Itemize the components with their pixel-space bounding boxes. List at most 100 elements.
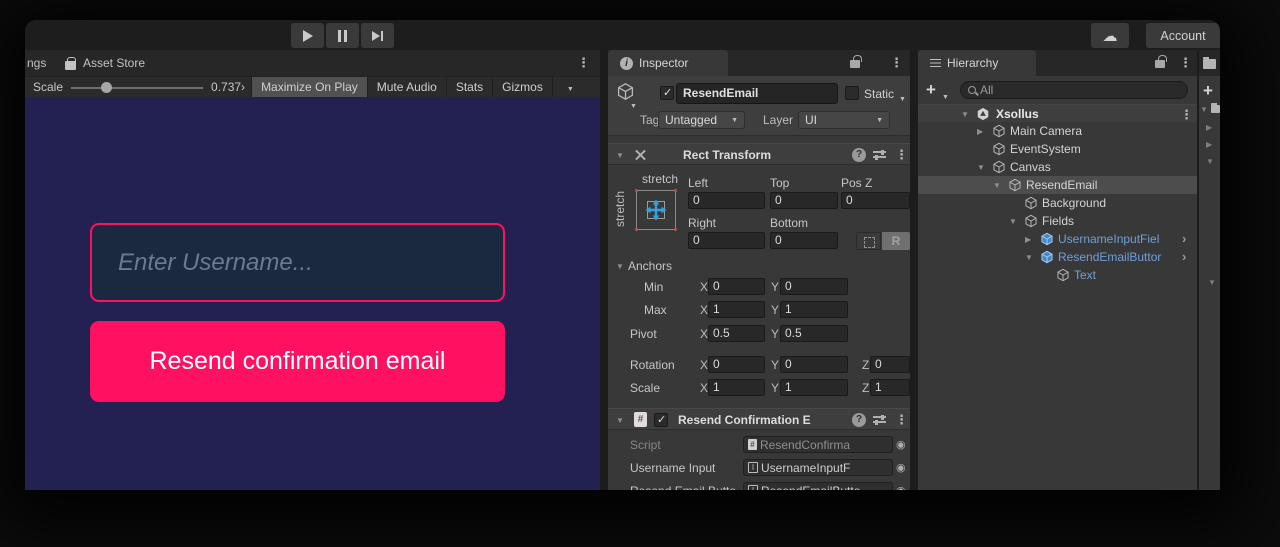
component-menu-kebab-icon[interactable] (895, 147, 908, 163)
mute-audio-button[interactable]: Mute Audio (367, 77, 446, 98)
prefab-chevron-icon[interactable] (1182, 249, 1186, 264)
username-object-field[interactable]: UsernameInputF (743, 459, 893, 476)
hierarchy-item-text[interactable]: Text (918, 266, 1197, 284)
active-checkbox[interactable] (660, 86, 674, 100)
rect-bottom-input[interactable]: 0 (770, 232, 838, 249)
hierarchy-menu-kebab-icon[interactable] (1179, 55, 1192, 71)
gizmos-dropdown-button[interactable] (552, 77, 583, 98)
rect-right-input[interactable]: 0 (688, 232, 765, 249)
tab-partial[interactable]: ngs (27, 56, 46, 70)
rect-transform-header[interactable]: Rect Transform (608, 143, 910, 165)
pause-button[interactable] (326, 23, 359, 48)
fold-arrow-icon[interactable] (616, 151, 626, 160)
anchors-label[interactable]: Anchors (628, 259, 672, 273)
hierarchy-item-eventsystem[interactable]: EventSystem (918, 140, 1197, 158)
anchors-fold-icon[interactable] (616, 262, 626, 271)
create-plus-icon[interactable] (926, 83, 936, 98)
username-input-field[interactable] (90, 223, 505, 302)
folder-icon[interactable] (1203, 59, 1216, 69)
help-icon[interactable] (852, 148, 866, 162)
help-icon[interactable] (852, 413, 866, 427)
lock-icon[interactable] (850, 60, 860, 68)
expand-arrow-icon[interactable] (1009, 217, 1019, 226)
scale-z-input[interactable]: 1 (870, 379, 910, 396)
hierarchy-item-background[interactable]: Background (918, 194, 1197, 212)
hierarchy-item-resendemail[interactable]: ResendEmail (918, 176, 1197, 194)
fold-arrow-icon[interactable]: ▼ (1208, 278, 1216, 287)
static-chevron-down-icon[interactable] (899, 90, 906, 104)
rotation-x-input[interactable]: 0 (708, 356, 765, 373)
layer-dropdown[interactable]: UI (798, 111, 890, 129)
anchor-min-x-input[interactable]: 0 (708, 278, 765, 295)
hierarchy-item-usernameinputfield[interactable]: UsernameInputFiel (918, 230, 1197, 248)
fold-arrow-icon[interactable]: ▼ (1206, 157, 1214, 166)
fold-arrow-icon[interactable] (961, 110, 971, 119)
pivot-x-input[interactable]: 0.5 (708, 325, 765, 342)
maximize-on-play-button[interactable]: Maximize On Play (251, 77, 367, 98)
component-enabled-checkbox[interactable] (654, 413, 668, 427)
static-checkbox[interactable] (845, 86, 859, 100)
stats-button[interactable]: Stats (446, 77, 492, 98)
rect-posz-input[interactable]: 0 (841, 192, 910, 209)
anchor-max-x-input[interactable]: 1 (708, 301, 765, 318)
fold-arrow-icon[interactable]: ▼ (1200, 105, 1208, 114)
tab-inspector[interactable]: Inspector (608, 50, 728, 76)
gameobject-chevron-down-icon[interactable] (630, 97, 637, 111)
hierarchy-item-fields[interactable]: Fields (918, 212, 1197, 230)
project-plus-icon[interactable] (1203, 84, 1213, 99)
create-chevron-down-icon[interactable] (942, 88, 949, 102)
expand-arrow-icon[interactable]: ▶ (1206, 140, 1212, 149)
tag-dropdown[interactable]: Untagged (658, 111, 745, 129)
tab-hierarchy[interactable]: Hierarchy (918, 50, 1036, 76)
script-object-field[interactable]: ResendConfirma (743, 436, 893, 453)
hierarchy-scene-row[interactable]: Xsollus (918, 104, 1197, 122)
scale-y-input[interactable]: 1 (780, 379, 848, 396)
anchor-max-y-input[interactable]: 1 (780, 301, 848, 318)
lock-icon[interactable] (1155, 60, 1165, 68)
object-picker-icon[interactable] (896, 460, 906, 474)
object-picker-icon[interactable] (896, 437, 906, 451)
username-input[interactable] (118, 249, 477, 277)
script-component-header[interactable]: Resend Confirmation E (608, 408, 910, 430)
rotation-y-input[interactable]: 0 (780, 356, 848, 373)
presets-icon[interactable] (873, 149, 886, 160)
rotation-z-input[interactable]: 0 (870, 356, 910, 373)
account-button[interactable]: Account (1146, 23, 1220, 48)
hierarchy-search-input[interactable] (980, 83, 1180, 97)
hierarchy-search-field[interactable] (960, 81, 1188, 99)
scale-x-input[interactable]: 1 (708, 379, 765, 396)
hierarchy-item-resendemailbutton[interactable]: ResendEmailButtor (918, 248, 1197, 266)
expand-arrow-icon[interactable] (1025, 235, 1035, 244)
expand-arrow-icon[interactable] (977, 163, 987, 172)
presets-icon[interactable] (873, 414, 886, 425)
game-menu-kebab-icon[interactable] (577, 55, 590, 71)
anchor-min-y-input[interactable]: 0 (780, 278, 848, 295)
gizmos-button[interactable]: Gizmos (492, 77, 552, 98)
blueprint-mode-button[interactable] (856, 232, 881, 250)
scale-slider[interactable] (71, 77, 203, 98)
prefab-chevron-icon[interactable] (1182, 231, 1186, 246)
scene-menu-kebab-icon[interactable] (1180, 107, 1193, 123)
expand-arrow-icon[interactable]: ▶ (1206, 123, 1212, 132)
step-button[interactable] (361, 23, 394, 48)
resend-email-button[interactable]: Resend confirmation email (90, 321, 505, 402)
slider-thumb-icon[interactable] (101, 82, 112, 93)
expand-arrow-icon[interactable] (977, 127, 987, 136)
expand-arrow-icon[interactable] (1025, 253, 1035, 262)
pivot-y-input[interactable]: 0.5 (780, 325, 848, 342)
inspector-menu-kebab-icon[interactable] (890, 55, 903, 71)
hierarchy-item-main-camera[interactable]: Main Camera (918, 122, 1197, 140)
cloud-button[interactable] (1091, 23, 1129, 48)
gameobject-name-field[interactable]: ResendEmail (676, 83, 838, 104)
component-menu-kebab-icon[interactable] (895, 412, 908, 428)
rect-top-input[interactable]: 0 (770, 192, 838, 209)
rect-left-input[interactable]: 0 (688, 192, 765, 209)
resend-object-field[interactable]: ResendEmailButto (743, 482, 893, 490)
play-button[interactable] (291, 23, 324, 48)
tab-asset-store[interactable]: Asset Store (83, 56, 145, 70)
object-picker-icon[interactable] (896, 483, 906, 490)
expand-arrow-icon[interactable] (993, 181, 1003, 190)
fold-arrow-icon[interactable] (616, 416, 626, 425)
hierarchy-item-canvas[interactable]: Canvas (918, 158, 1197, 176)
raw-mode-button[interactable]: R (882, 232, 910, 250)
